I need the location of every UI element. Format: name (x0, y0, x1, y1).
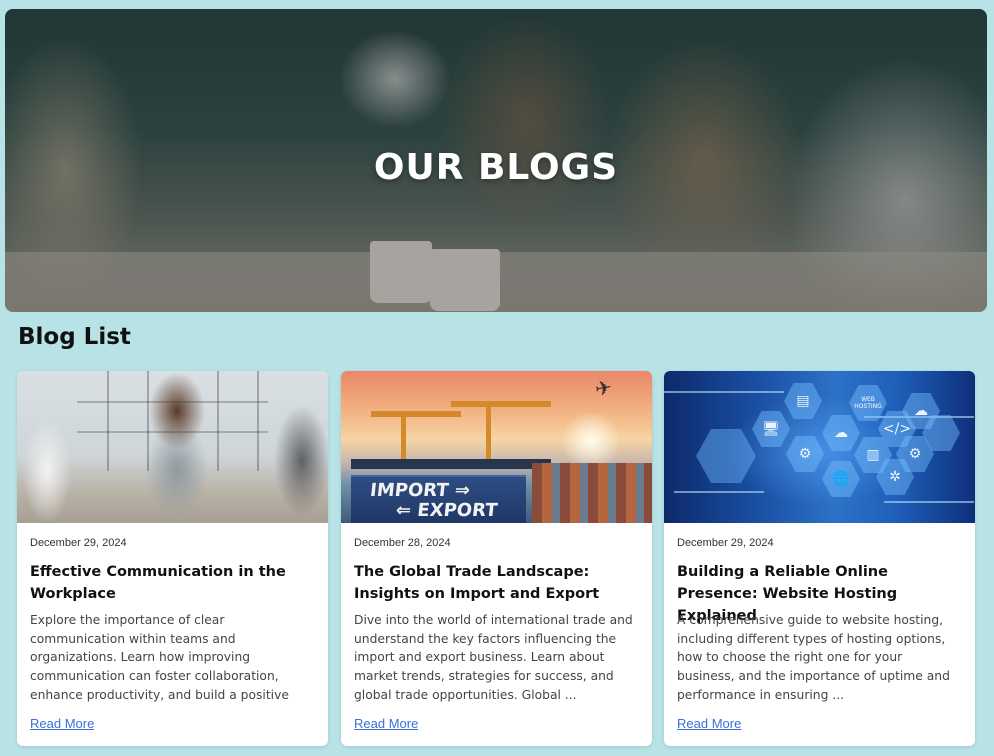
ship-hull-decor (351, 459, 551, 469)
blog-card-image[interactable]: ✈ IMPORT ⇒ ⇐ EXPORT (341, 371, 652, 523)
document-icon: ▤ (784, 383, 822, 419)
post-title[interactable]: Building a Reliable Online Presence: Web… (677, 561, 962, 624)
crane-decor (451, 401, 551, 407)
light-streak-decor (884, 501, 974, 503)
window-frame-decor (107, 371, 109, 471)
blog-card-image[interactable]: 🖥 ▤ ⚙ ☁ WEB HOSTING 🌐 ▥ </> ☁ ⚙ ✲ (664, 371, 975, 523)
crane-decor (401, 411, 406, 466)
blog-card: ✈ IMPORT ⇒ ⇐ EXPORT December 28, 2024 Th… (341, 371, 652, 746)
shipping-container-decor: IMPORT ⇒ ⇐ EXPORT (351, 475, 526, 523)
export-label: ⇐ EXPORT (394, 500, 499, 521)
window-frame-decor (77, 401, 268, 403)
read-more-link[interactable]: Read More (677, 716, 741, 731)
post-excerpt: Dive into the world of international tra… (354, 613, 633, 702)
blog-card-image[interactable] (17, 371, 328, 523)
blog-card: 🖥 ▤ ⚙ ☁ WEB HOSTING 🌐 ▥ </> ☁ ⚙ ✲ Decemb… (664, 371, 975, 746)
blog-card: December 29, 2024 Effective Communicatio… (17, 371, 328, 746)
sun-glare-decor (561, 411, 621, 471)
light-streak-decor (674, 491, 764, 493)
read-more-link[interactable]: Read More (30, 716, 94, 731)
airplane-icon: ✈ (593, 374, 614, 402)
container-stacks-decor (532, 463, 652, 523)
window-frame-decor (147, 371, 149, 471)
import-label: IMPORT ⇒ (369, 480, 472, 501)
post-excerpt: Explore the importance of clear communic… (30, 613, 289, 702)
post-title[interactable]: Effective Communication in the Workplace (30, 561, 315, 605)
hexagon-decor (696, 429, 756, 483)
crane-decor (486, 401, 491, 461)
light-streak-decor (664, 391, 784, 393)
read-more-link[interactable]: Read More (354, 716, 418, 731)
monitor-icon: 🖥 (752, 411, 790, 447)
globe-icon: 🌐 (822, 461, 860, 497)
post-date: December 28, 2024 (354, 537, 451, 549)
post-excerpt: A comprehensive guide to website hosting… (677, 613, 950, 702)
web-hosting-label: WEB HOSTING (854, 396, 882, 410)
hero-title: OUR BLOGS (373, 147, 619, 188)
hero-banner: OUR BLOGS (5, 9, 987, 312)
cloud-icon: ☁ (822, 415, 860, 451)
post-title[interactable]: The Global Trade Landscape: Insights on … (354, 561, 639, 605)
network-icon: ⚙ (786, 436, 824, 472)
post-date: December 29, 2024 (677, 537, 774, 549)
section-title: Blog List (18, 324, 131, 350)
window-frame-decor (77, 431, 268, 433)
window-frame-decor (217, 371, 219, 471)
window-frame-decor (257, 371, 259, 471)
post-date: December 29, 2024 (30, 537, 127, 549)
crane-decor (371, 411, 461, 417)
blog-page: OUR BLOGS Blog List December 29, 2024 Ef… (0, 0, 994, 756)
